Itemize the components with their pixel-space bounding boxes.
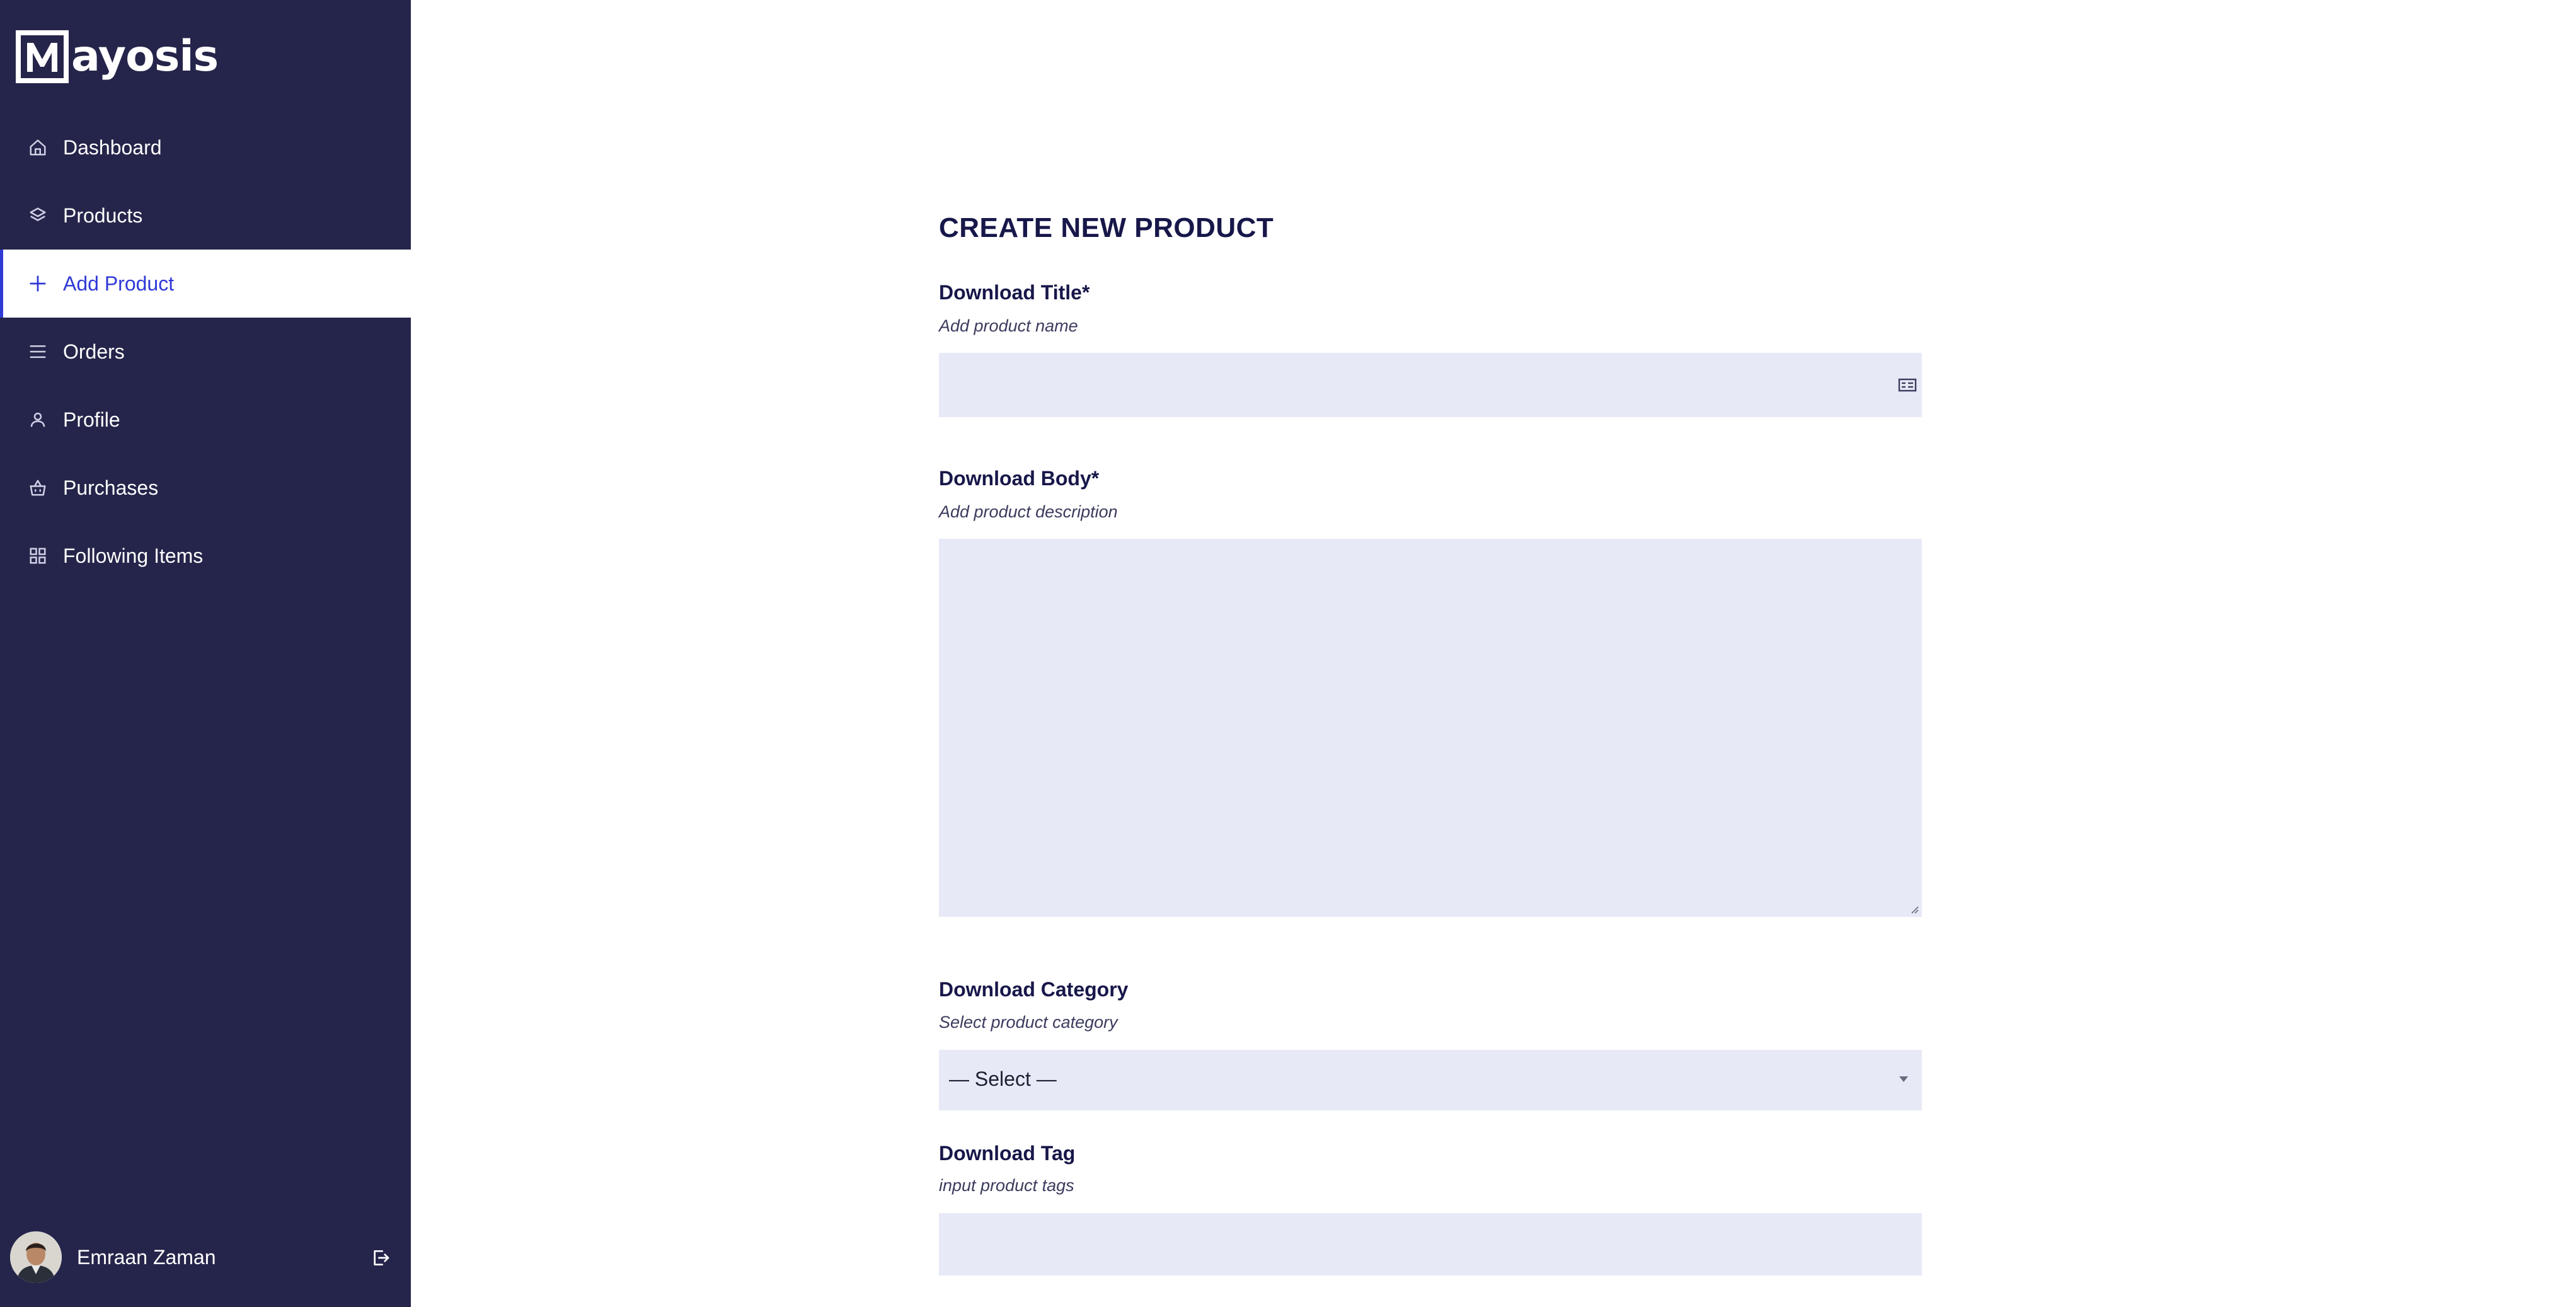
page-title: CREATE NEW PRODUCT [939,212,1274,243]
list-icon [28,342,48,362]
sidebar-item-profile[interactable]: Profile [0,386,411,454]
sidebar-item-label: Orders [63,340,125,363]
download-category-label: Download Category [939,978,1129,1001]
sidebar-item-label: Following Items [63,544,204,567]
user-name: Emraan Zaman [77,1245,216,1269]
main-content: CREATE NEW PRODUCT Download Title* Add p… [411,0,2576,1307]
download-body-label: Download Body* [939,467,1100,490]
download-title-hint: Add product name [939,316,1078,335]
sidebar-item-following-items[interactable]: Following Items [0,522,411,590]
logo-mark [16,30,69,83]
user-icon [28,410,48,430]
download-category-select[interactable]: — Select — [939,1050,1922,1110]
download-category-hint: Select product category [939,1013,1118,1032]
user-panel: Emraan Zaman [0,1229,411,1286]
download-body-hint: Add product description [939,502,1118,521]
logo-text: ayosis [71,32,219,81]
download-tag-hint: input product tags [939,1176,1074,1195]
sidebar-item-label: Products [63,204,143,227]
id-card-icon[interactable] [1897,374,1918,396]
sidebar-item-add-product[interactable]: Add Product [0,250,411,318]
avatar[interactable] [10,1231,62,1283]
resize-handle-icon[interactable] [1908,903,1919,914]
sidebar-item-label: Add Product [63,272,175,295]
logo-m-glyph [27,43,57,72]
logout-icon[interactable] [371,1248,391,1268]
sidebar-item-purchases[interactable]: Purchases [0,454,411,522]
sidebar-item-orders[interactable]: Orders [0,318,411,386]
download-tag-label: Download Tag [939,1142,1076,1165]
download-title-label: Download Title* [939,281,1090,304]
sidebar: ayosis Dashboard Products Add Product Or… [0,0,411,1307]
sidebar-item-label: Purchases [63,476,159,499]
app-root: ayosis Dashboard Products Add Product Or… [0,0,2576,1307]
home-icon [28,137,48,158]
select-value: — Select — [949,1068,1057,1090]
sidebar-item-products[interactable]: Products [0,181,411,250]
brand-logo[interactable]: ayosis [16,30,219,83]
plus-icon [28,273,48,294]
chevron-down-icon [1899,1076,1908,1082]
basket-icon [28,478,48,498]
download-tag-input[interactable] [939,1213,1922,1275]
layers-icon [28,205,48,226]
grid-icon [28,546,48,566]
download-title-input[interactable] [939,353,1922,417]
download-body-textarea[interactable] [939,539,1922,917]
sidebar-item-label: Dashboard [63,135,162,159]
sidebar-item-dashboard[interactable]: Dashboard [0,113,411,181]
sidebar-item-label: Profile [63,408,120,431]
sidebar-nav: Dashboard Products Add Product Orders Pr… [0,113,411,590]
